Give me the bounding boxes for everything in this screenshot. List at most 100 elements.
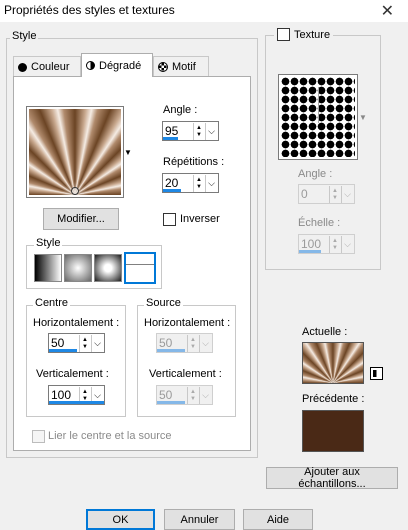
color-dot-icon [18, 62, 27, 72]
gradient-center-marker [71, 187, 79, 195]
texture-scale-level-bar [299, 250, 321, 253]
source-vertical-spinner[interactable]: 50 ▲ ▼ ⌵ [156, 385, 213, 405]
spin-up-icon[interactable]: ▲ [190, 389, 196, 395]
current-label: Actuelle : [302, 326, 348, 338]
source-vertical-spin-arrows[interactable]: ▲ ▼ [187, 387, 198, 404]
texture-swatch-frame[interactable] [278, 74, 358, 160]
cancel-button[interactable]: Annuler [164, 509, 235, 530]
texture-angle-spin-arrows[interactable]: ▲ ▼ [329, 186, 340, 203]
previous-label: Précédente : [302, 393, 365, 405]
texture-scale-spin-arrows[interactable]: ▲ ▼ [329, 236, 340, 253]
source-horizontal-spin-arrows[interactable]: ▲ ▼ [187, 335, 198, 352]
source-vertical-dropdown-icon[interactable]: ⌵ [199, 387, 211, 404]
swap-icon[interactable] [370, 367, 383, 380]
centre-horizontal-level-bar [49, 349, 77, 352]
add-to-samples-button[interactable]: Ajouter aux échantillons... [266, 466, 398, 490]
spin-up-icon[interactable]: ▲ [332, 238, 338, 244]
tab-degrade[interactable]: Dégradé [81, 53, 153, 77]
spin-down-icon[interactable]: ▼ [196, 132, 202, 138]
source-legend: Source [144, 297, 183, 309]
repetitions-spin-arrows[interactable]: ▲ ▼ [193, 175, 204, 192]
source-horizontal-dropdown-icon[interactable]: ⌵ [199, 335, 211, 352]
spin-up-icon[interactable]: ▲ [196, 125, 202, 131]
spin-down-icon[interactable]: ▼ [190, 396, 196, 402]
close-icon[interactable]: ✕ [381, 1, 394, 21]
spin-up-icon[interactable]: ▲ [82, 389, 88, 395]
centre-horizontal-value: 50 [51, 336, 65, 350]
invert-label: Inverser [180, 213, 220, 225]
source-horizontal-label: Horizontalement : [144, 317, 231, 329]
centre-horizontal-spin-arrows[interactable]: ▲ ▼ [79, 335, 90, 352]
texture-angle-spinner[interactable]: 0 ▲ ▼ ⌵ [298, 184, 355, 204]
centre-vertical-value: 100 [51, 388, 72, 402]
repetitions-level-bar [163, 189, 181, 192]
repetitions-value: 20 [165, 176, 179, 190]
gradient-swatch-frame[interactable] [26, 106, 124, 198]
texture-header: Texture [274, 28, 334, 41]
source-horizontal-value: 50 [159, 336, 173, 350]
spin-up-icon[interactable]: ▲ [190, 337, 196, 343]
angle-dropdown-icon[interactable]: ⌵ [205, 123, 217, 140]
texture-scale-value: 100 [301, 237, 322, 251]
angle-spinner[interactable]: 95 ▲ ▼ ⌵ [162, 121, 219, 141]
rectangular-style-button[interactable] [64, 254, 92, 282]
gradient-preview[interactable] [29, 109, 121, 195]
texture-dropdown-icon[interactable]: ▼ [359, 113, 367, 122]
spin-down-icon[interactable]: ▼ [196, 184, 202, 190]
source-vertical-value: 50 [159, 388, 173, 402]
texture-angle-dropdown-icon[interactable]: ⌵ [341, 186, 353, 203]
texture-rotation-marker [318, 87, 319, 123]
centre-horizontal-dropdown-icon[interactable]: ⌵ [91, 335, 103, 352]
angle-spin-arrows[interactable]: ▲ ▼ [193, 123, 204, 140]
angle-label: Angle : [163, 104, 198, 116]
repetitions-dropdown-icon[interactable]: ⌵ [205, 175, 217, 192]
spin-down-icon[interactable]: ▼ [332, 195, 338, 201]
spin-up-icon[interactable]: ▲ [82, 337, 88, 343]
previous-swatch[interactable] [302, 410, 364, 452]
current-swatch[interactable] [302, 342, 364, 384]
pattern-icon [158, 62, 168, 72]
gradient-half-icon [86, 61, 95, 70]
centre-horizontal-spinner[interactable]: 50 ▲ ▼ ⌵ [48, 333, 105, 353]
repetitions-spinner[interactable]: 20 ▲ ▼ ⌵ [162, 173, 219, 193]
gradient-dropdown-icon[interactable]: ▼ [124, 148, 132, 157]
centre-vertical-level-bar [49, 401, 104, 404]
tab-motif-label: Motif [172, 61, 196, 73]
texture-angle-label: Angle : [298, 168, 333, 180]
texture-angle-value: 0 [301, 187, 308, 201]
source-horizontal-spinner[interactable]: 50 ▲ ▼ ⌵ [156, 333, 213, 353]
centre-horizontal-label: Horizontalement : [33, 317, 120, 329]
texture-preview[interactable] [281, 77, 355, 157]
tab-couleur-label: Couleur [31, 61, 70, 73]
gradient-style-legend: Style [34, 237, 63, 249]
tab-degrade-label: Dégradé [99, 59, 142, 72]
sunburst-style-button[interactable] [94, 254, 122, 282]
spin-down-icon[interactable]: ▼ [190, 344, 196, 350]
spin-down-icon[interactable]: ▼ [82, 344, 88, 350]
spin-up-icon[interactable]: ▲ [332, 188, 338, 194]
angle-value: 95 [165, 124, 179, 138]
link-centre-source-checkbox[interactable] [32, 430, 45, 443]
window-title: Propriétés des styles et textures [4, 3, 175, 17]
tab-motif[interactable]: Motif [153, 56, 209, 77]
source-horizontal-level-bar [157, 349, 185, 352]
help-button[interactable]: Aide [243, 509, 313, 530]
angle-level-bar [163, 137, 178, 140]
texture-checkbox[interactable] [277, 28, 290, 41]
ok-button[interactable]: OK [86, 509, 155, 530]
linear-style-button[interactable] [34, 254, 62, 282]
link-centre-source-label: Lier le centre et la source [48, 430, 172, 442]
texture-scale-spinner[interactable]: 100 ▲ ▼ ⌵ [298, 234, 355, 254]
centre-vertical-spinner[interactable]: 100 ▲ ▼ ⌵ [48, 385, 105, 405]
invert-checkbox[interactable] [163, 213, 176, 226]
style-group-legend: Style [10, 30, 39, 42]
texture-label: Texture [294, 28, 331, 41]
tab-couleur[interactable]: Couleur [13, 56, 81, 77]
radial-style-button[interactable] [124, 252, 156, 284]
modify-button[interactable]: Modifier... [43, 208, 119, 230]
texture-scale-dropdown-icon[interactable]: ⌵ [341, 236, 353, 253]
title-bar: Propriétés des styles et textures ✕ [0, 0, 408, 22]
spin-up-icon[interactable]: ▲ [196, 177, 202, 183]
source-vertical-label: Verticalement : [149, 368, 222, 380]
spin-down-icon[interactable]: ▼ [332, 245, 338, 251]
